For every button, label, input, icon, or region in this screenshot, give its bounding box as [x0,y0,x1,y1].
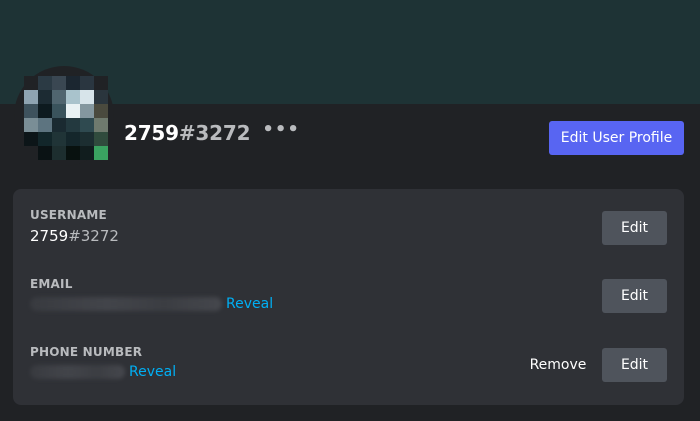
username-value: 2759 #3272 [30,227,119,245]
account-info-card: USERNAME 2759 #3272 Edit EMAIL Reveal Edi… [13,189,684,405]
profile-username: 2759 #3272 ••• [124,121,300,146]
remove-phone-button[interactable]: Remove [518,348,598,382]
phone-reveal-link[interactable]: Reveal [129,364,176,380]
edit-email-button[interactable]: Edit [602,279,667,313]
username-field: USERNAME 2759 #3272 [30,208,119,245]
phone-redacted [30,365,125,379]
edit-username-button[interactable]: Edit [602,211,667,245]
email-field: EMAIL Reveal [30,277,273,312]
email-value: Reveal [30,296,273,312]
edit-phone-button[interactable]: Edit [602,348,667,382]
username-label: USERNAME [30,208,107,222]
user-account-panel: 2759 #3272 ••• Edit User Profile USERNAME… [0,0,700,421]
phone-value: Reveal [30,364,176,380]
email-redacted [30,297,222,311]
profile-username-discriminator: #3272 [178,121,251,145]
phone-label: PHONE NUMBER [30,345,143,359]
email-label: EMAIL [30,277,73,291]
edit-user-profile-button[interactable]: Edit User Profile [549,121,684,155]
username-value-name: 2759 [30,227,69,245]
avatar-frame [14,66,114,166]
username-value-discriminator: #3272 [68,227,119,245]
phone-field: PHONE NUMBER Reveal [30,345,176,380]
email-reveal-link[interactable]: Reveal [226,296,273,312]
more-dots-icon[interactable]: ••• [262,121,300,145]
profile-username-name: 2759 [124,121,179,145]
avatar[interactable] [24,76,108,160]
